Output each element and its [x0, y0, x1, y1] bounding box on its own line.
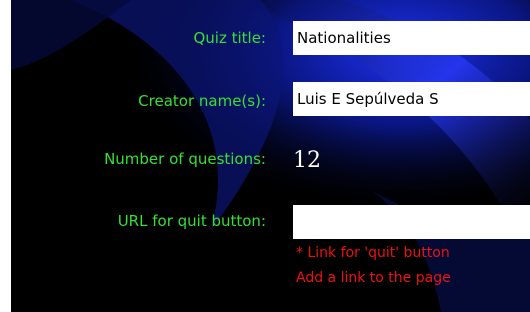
quiz-settings-panel: Quiz title: Creator name(s): Number of q…	[11, 0, 530, 312]
quit-url-label: URL for quit button:	[117, 212, 266, 230]
quit-url-note-line2: Add a link to the page	[296, 270, 451, 286]
creator-names-label: Creator name(s):	[138, 92, 266, 110]
quit-url-input[interactable]	[293, 205, 530, 239]
quiz-title-input[interactable]	[293, 21, 530, 55]
creator-names-input[interactable]	[293, 82, 530, 116]
quit-url-note-line1: * Link for 'quit' button	[296, 245, 450, 261]
quiz-title-label: Quiz title:	[193, 29, 266, 47]
number-of-questions-value: 12	[293, 148, 321, 173]
number-of-questions-label: Number of questions:	[104, 150, 266, 168]
